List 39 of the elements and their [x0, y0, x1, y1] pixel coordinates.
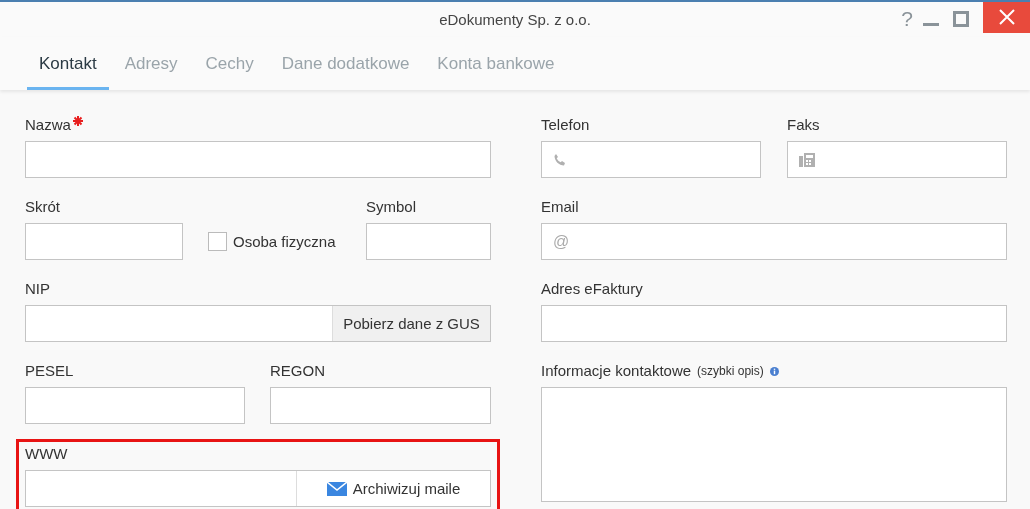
input-field[interactable] [787, 141, 1007, 178]
checkbox[interactable] [208, 232, 227, 251]
field-label: Email [541, 197, 579, 217]
field-label: Telefon [541, 115, 590, 135]
field-label: Skrót [25, 197, 60, 217]
close-button[interactable] [983, 2, 1030, 33]
field-label: Adres eFaktury [541, 279, 643, 299]
tab[interactable]: Kontakt [27, 37, 109, 90]
field-label: WWW [25, 444, 68, 464]
tab[interactable]: Adresy [112, 37, 190, 90]
window-title: eDokumenty Sp. z o.o. [439, 11, 591, 28]
input-field[interactable]: @ [541, 223, 1007, 260]
maximize-button[interactable] [953, 10, 969, 27]
checkbox-label: Osoba fizyczna [233, 233, 336, 250]
field-label: NIP [25, 279, 50, 299]
input-field[interactable] [25, 223, 183, 260]
field-label: Informacje kontaktowe [541, 361, 692, 381]
info-icon[interactable] [769, 366, 779, 376]
input-field[interactable] [541, 141, 761, 178]
text-area[interactable] [541, 387, 1007, 502]
fax-icon [799, 152, 815, 167]
at-sign-icon: @ [553, 232, 570, 251]
input-field[interactable] [270, 387, 491, 424]
field-hint: (szybki opis) [697, 363, 764, 380]
field-label: PESEL [25, 361, 74, 381]
field-label: REGON [270, 361, 325, 381]
field-label: Faks [787, 115, 820, 135]
input-field[interactable] [25, 141, 491, 178]
tab[interactable]: Konta bankowe [425, 37, 567, 90]
tab[interactable]: Cechy [193, 37, 266, 90]
field-label: Nazwa [25, 115, 71, 135]
input-field[interactable] [541, 305, 1007, 342]
phone-icon [553, 152, 567, 167]
input-field[interactable] [25, 387, 245, 424]
tab[interactable]: Dane dodatkowe [269, 37, 422, 90]
field-label: Symbol [366, 197, 417, 217]
help-button[interactable]: ? [901, 6, 913, 31]
close-icon [998, 8, 1015, 25]
input-field[interactable] [366, 223, 491, 260]
